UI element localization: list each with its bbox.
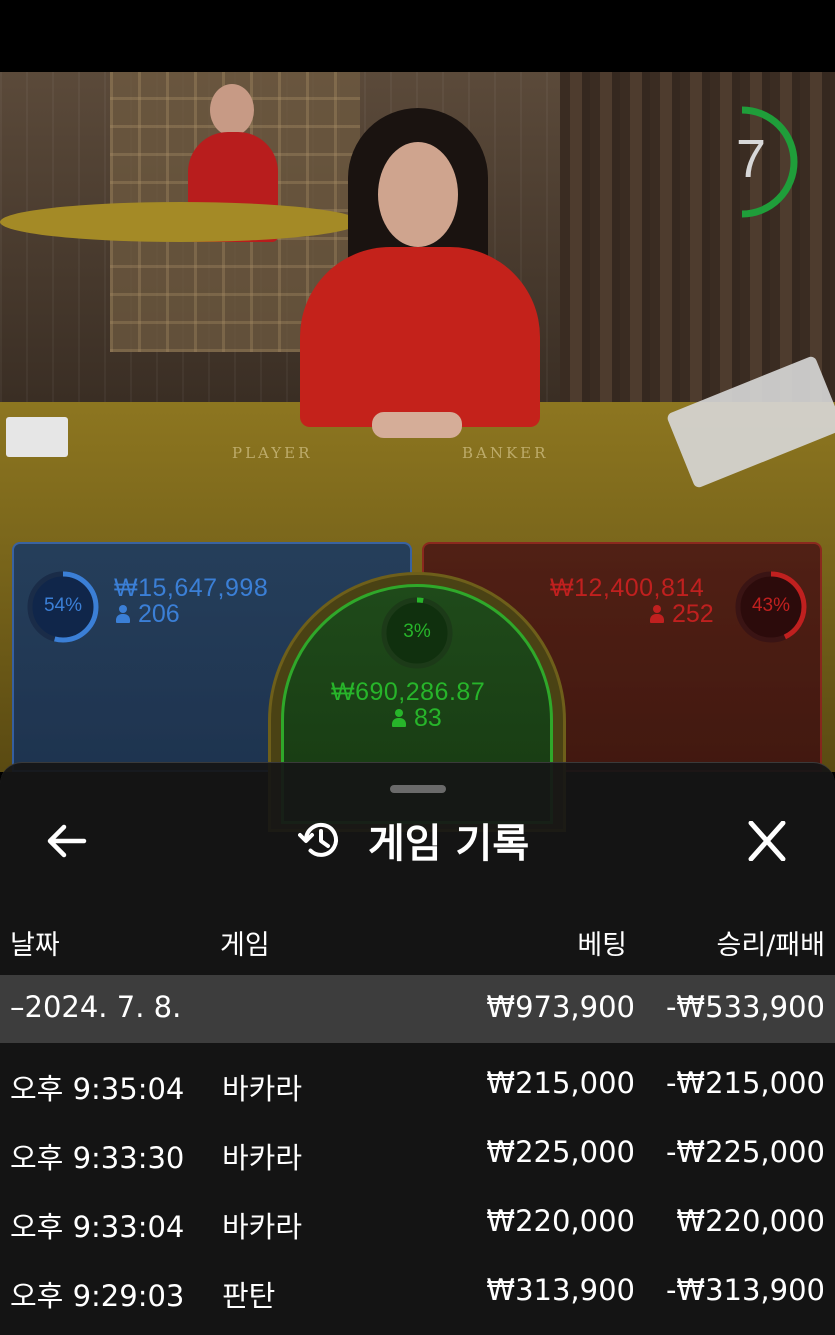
background-table [0, 202, 360, 242]
banker-count: 252 [650, 600, 714, 629]
date-group-result: -₩533,900 [665, 990, 825, 1024]
row-bet: ₩313,900 [486, 1273, 635, 1307]
table-row[interactable]: 오후 9:33:04 바카라 ₩220,000 ₩220,000 [0, 1189, 835, 1257]
table-header: 날짜 게임 베팅 승리/패배 [0, 905, 835, 971]
column-bet: 베팅 [577, 930, 627, 961]
panel-title-group: 게임 기록 [298, 815, 529, 867]
row-time: 오후 9:29:03 [10, 1279, 185, 1313]
close-icon [748, 820, 786, 862]
row-result: -₩313,900 [665, 1273, 825, 1307]
player-percent: 54% [43, 595, 83, 616]
banker-percent-ring: 43% [732, 568, 810, 646]
back-button[interactable] [44, 821, 92, 861]
row-time: 오후 9:33:30 [10, 1141, 185, 1175]
player-amount: ₩15,647,998 [114, 574, 269, 602]
column-result: 승리/패배 [716, 930, 825, 961]
person-icon [650, 605, 664, 623]
tie-count: 83 [392, 704, 442, 733]
date-group-bet: ₩973,900 [486, 990, 635, 1024]
player-percent-ring: 54% [24, 568, 102, 646]
date-group-row[interactable]: –2024. 7. 8. ₩973,900 -₩533,900 [0, 975, 835, 1043]
row-result: -₩225,000 [665, 1135, 825, 1169]
date-group-label: –2024. 7. 8. [10, 990, 182, 1024]
status-bar [0, 0, 835, 72]
row-game: 바카라 [222, 1210, 303, 1244]
table-row[interactable]: 오후 9:29:03 판탄 ₩313,900 -₩313,900 [0, 1258, 835, 1326]
row-game: 바카라 [222, 1141, 303, 1175]
player-count: 206 [116, 600, 180, 629]
player-count-value: 206 [138, 600, 180, 628]
dealer-body [300, 247, 540, 427]
row-bet: ₩220,000 [486, 1204, 635, 1238]
card-box [6, 417, 68, 457]
person-icon [392, 709, 406, 727]
panel-title: 게임 기록 [368, 821, 530, 867]
row-time: 오후 9:35:04 [10, 1072, 185, 1106]
dealer-face [378, 142, 458, 247]
table-label-banker: BANKER [462, 444, 549, 462]
tie-amount: ₩690,286.87 [331, 678, 486, 706]
banker-percent: 43% [751, 595, 791, 616]
row-bet: ₩215,000 [486, 1066, 635, 1100]
person-icon [116, 605, 130, 623]
table-row[interactable]: 오후 9:33:30 바카라 ₩225,000 -₩225,000 [0, 1120, 835, 1188]
background-dealer-head [210, 84, 254, 136]
arrow-left-icon [47, 824, 87, 858]
row-result: -₩215,000 [665, 1066, 825, 1100]
history-icon [298, 822, 338, 857]
timer-value: 7 [735, 129, 767, 189]
row-result: ₩220,000 [676, 1204, 825, 1238]
game-history-panel: 게임 기록 날짜 게임 베팅 승리/패배 –2024. 7. 8. ₩973,9… [0, 762, 835, 1335]
tie-percent: 3% [403, 621, 431, 642]
close-button[interactable] [745, 820, 789, 862]
panel-header: 게임 기록 [0, 803, 835, 877]
table-row[interactable]: 오후 9:35:04 바카라 ₩215,000 -₩215,000 [0, 1051, 835, 1119]
countdown-timer: 7 [720, 104, 804, 220]
row-bet: ₩225,000 [486, 1135, 635, 1169]
row-time: 오후 9:33:04 [10, 1210, 185, 1244]
drag-handle[interactable] [390, 785, 446, 793]
dealer-hands [372, 412, 462, 438]
column-date: 날짜 [10, 930, 60, 961]
banker-amount: ₩12,400,814 [550, 574, 705, 602]
table-label-player: PLAYER [232, 444, 313, 462]
column-game: 게임 [220, 930, 270, 961]
row-game: 바카라 [222, 1072, 303, 1106]
banker-count-value: 252 [672, 600, 714, 628]
tie-count-value: 83 [414, 704, 442, 732]
tie-percent-ring: 3% [378, 594, 456, 672]
row-game: 판탄 [222, 1279, 276, 1313]
